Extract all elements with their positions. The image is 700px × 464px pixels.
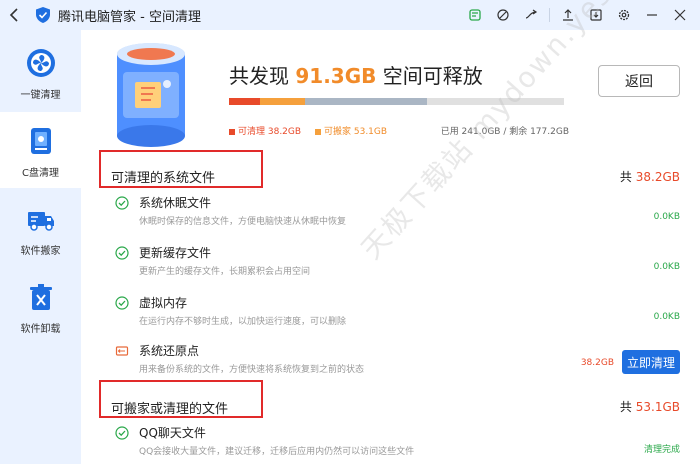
legend-disk-usage: 已用 241.0GB / 剩余 177.2GB [440, 127, 569, 137]
item-status: 清理完成 [643, 445, 680, 455]
legend-cleanable-text: 可清理 38.2GB [238, 127, 302, 137]
legend-swatch-cleanable [229, 128, 235, 135]
sidebar-item-label: 软件搬家 [20, 246, 61, 257]
upload-icon[interactable] [554, 0, 582, 30]
item-description: 更新产生的缓存文件，长期累积会占用空间 [139, 267, 311, 277]
toolbar-divider [549, 8, 550, 22]
clean-now-button[interactable]: 立即清理 [622, 350, 680, 374]
item-name: 系统休眠文件 [139, 196, 212, 210]
shuffle-icon[interactable] [517, 0, 545, 30]
headline-suffix: 空间可释放 [376, 64, 483, 88]
legend-movable-text: 可搬家 53.1GB [324, 127, 388, 137]
main-panel: 共发现 91.3GB 空间可释放 返回 可清理 38.2GB 可搬家 53.1G… [81, 0, 700, 464]
usage-legend: 可清理 38.2GB 可搬家 53.1GB 已用 241.0GB / 剩余 17… [229, 124, 569, 138]
drive-icon [30, 128, 51, 154]
close-icon[interactable] [666, 0, 694, 30]
legend-cleanable: 可清理 38.2GB [229, 124, 301, 137]
list-item[interactable]: 系统休眠文件 休眠时保存的信息文件，方便电脑快速从休眠中恢复 0.0KB [81, 192, 700, 242]
usage-segment-used [304, 98, 427, 105]
item-size: 38.2GB [580, 358, 614, 368]
check-circle-icon [115, 296, 129, 310]
item-size: 0.0KB [653, 212, 680, 222]
sidebar-item-label: C盘清理 [22, 168, 59, 179]
item-name: 虚拟内存 [139, 296, 188, 310]
usage-segment-cleanable [229, 98, 261, 105]
headline-value: 91.3GB [295, 64, 377, 88]
legend-movable: 可搬家 53.1GB [315, 124, 387, 137]
item-description: 休眠时保存的信息文件，方便电脑快速从休眠中恢复 [139, 217, 347, 227]
minimize-icon[interactable] [638, 0, 666, 30]
section-total-value: 38.2GB [635, 170, 680, 184]
shield-logo-icon [36, 7, 50, 23]
item-name: 更新缓存文件 [139, 246, 212, 260]
section-total: 共 53.1GB [620, 398, 680, 415]
item-description: QQ会接收大量文件，建议迁移，迁移后应用内仍然可以访问这些文件 [139, 447, 415, 457]
usage-segment-movable [260, 98, 305, 105]
section-title-system-files: 可清理的系统文件 [111, 171, 216, 186]
sidebar-item-software-move[interactable]: 软件搬家 [0, 190, 81, 266]
item-size: 0.0KB [653, 312, 680, 322]
item-description: 用来备份系统的文件，方便快速将系统恢复到之前的状态 [139, 365, 365, 375]
sidebar-item-c-drive-clean[interactable]: C盘清理 [0, 112, 81, 188]
window-title: 腾讯电脑管家 - 空间清理 [58, 9, 201, 25]
section-total-value: 53.1GB [635, 400, 680, 414]
sidebar: 一键清理 C盘清理 软件搬家 软件卸载 [0, 30, 81, 464]
list-item[interactable]: QQ聊天文件 QQ会接收大量文件，建议迁移，迁移后应用内仍然可以访问这些文件 清… [81, 422, 700, 464]
item-size: 0.0KB [653, 262, 680, 272]
title-bar: 腾讯电脑管家 - 空间清理 [0, 0, 700, 30]
check-circle-icon [115, 246, 129, 260]
item-description: 在运行内存不够时生成，以加快运行速度，可以删除 [139, 317, 347, 327]
fan-icon [26, 49, 55, 77]
trash-icon [29, 284, 52, 310]
sidebar-item-software-uninstall[interactable]: 软件卸载 [0, 268, 81, 344]
restore-icon [115, 346, 129, 356]
sidebar-item-one-click-clean[interactable]: 一键清理 [0, 34, 81, 110]
headline-prefix: 共发现 [229, 64, 296, 88]
sidebar-item-label: 软件卸载 [20, 324, 61, 335]
check-circle-icon [115, 426, 129, 440]
feather-icon[interactable] [489, 0, 517, 30]
section-total: 共 38.2GB [620, 168, 680, 185]
truck-icon [27, 212, 54, 231]
check-circle-icon [115, 196, 129, 210]
disk-usage-bar [229, 98, 564, 105]
section-total-prefix: 共 [619, 170, 636, 184]
sidebar-item-label: 一键清理 [20, 90, 61, 101]
download-icon[interactable] [582, 0, 610, 30]
section-title-movable-files: 可搬家或清理的文件 [111, 402, 229, 417]
gear-icon[interactable] [610, 0, 638, 30]
chevron-left-icon [9, 8, 18, 22]
item-name: 系统还原点 [139, 344, 200, 358]
shirt-icon[interactable] [461, 0, 489, 30]
disk-cylinder-illustration [117, 43, 185, 147]
back-button[interactable] [2, 0, 28, 30]
item-name: QQ聊天文件 [139, 426, 206, 440]
list-item[interactable]: 更新缓存文件 更新产生的缓存文件，长期累积会占用空间 0.0KB [81, 242, 700, 292]
page-headline: 共发现 91.3GB 空间可释放 [229, 60, 483, 89]
return-button[interactable]: 返回 [598, 65, 680, 97]
list-item[interactable]: 虚拟内存 在运行内存不够时生成，以加快运行速度，可以删除 0.0KB [81, 292, 700, 342]
section-total-prefix: 共 [619, 400, 636, 414]
legend-swatch-movable [315, 128, 321, 135]
